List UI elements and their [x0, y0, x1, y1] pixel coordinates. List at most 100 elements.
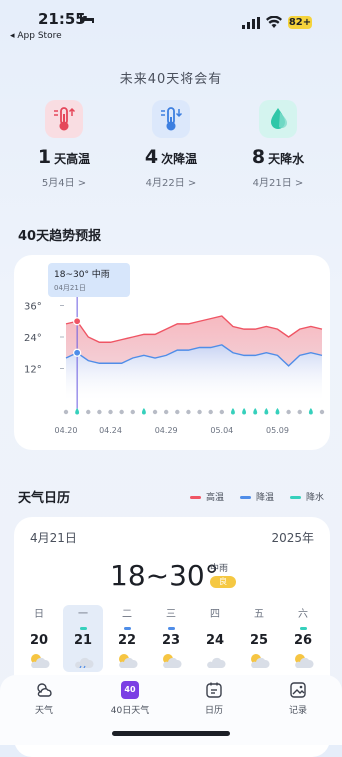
forty-day-icon: 40: [121, 681, 139, 699]
selected-low-point: [73, 348, 82, 357]
day-number: 26: [293, 633, 313, 648]
day-number: 20: [29, 633, 49, 648]
tab-records[interactable]: 记录: [258, 681, 338, 716]
calendar-year[interactable]: 2025年: [271, 529, 314, 546]
sun-cloud-icon: [35, 681, 53, 699]
calendar-day-cell[interactable]: 二 22: [107, 605, 147, 672]
day-trend-marker: [123, 627, 131, 630]
status-bar: 21:55 ◂ App Store 82+: [0, 0, 342, 44]
stat-high-label: 天高温: [54, 152, 91, 166]
stat-high-temp[interactable]: 1 天高温 5月4日 >: [14, 100, 114, 189]
dry-day-marker: [208, 409, 213, 415]
calendar-day-cell[interactable]: 三 23: [151, 605, 191, 672]
legend-high-swatch: [190, 496, 201, 499]
rain-day-marker: [275, 408, 280, 415]
dry-day-marker: [186, 409, 191, 415]
chart-tooltip: 18~30° 中雨 04月21日: [48, 263, 130, 297]
day-trend-marker: [79, 627, 87, 630]
dry-day-marker: [319, 409, 325, 415]
trend-chart-card[interactable]: 36° 24° 12° 04.20 04.24 04.29 05.04 05.09 18~30…: [14, 255, 330, 450]
legend-rain: 降水: [290, 490, 324, 503]
dry-day-marker: [163, 409, 169, 415]
day-number: 21: [73, 633, 93, 648]
day-number: 23: [161, 633, 181, 648]
legend-low-label: 降温: [256, 493, 275, 503]
signal-icon: [242, 17, 260, 29]
day-number: 25: [249, 633, 269, 648]
dry-day-marker: [108, 409, 113, 415]
dry-day-marker: [197, 409, 202, 415]
stat-cooling-date: 4月22日 >: [145, 178, 197, 189]
rain-day-marker: [308, 408, 313, 415]
weekday-label: 一: [78, 609, 88, 620]
dry-day-marker: [97, 409, 102, 415]
y-tick-label: 12°: [24, 365, 42, 376]
rain-day-marker: [141, 408, 146, 415]
dry-day-marker: [297, 409, 302, 415]
rain-day-marker: [253, 408, 258, 415]
day-trend-marker: [299, 627, 307, 630]
weekday-label: 日: [34, 609, 44, 620]
calendar-day-cell[interactable]: 四 24: [195, 605, 235, 672]
rain-day-marker: [75, 408, 80, 415]
x-tick-label: 04.24: [99, 426, 122, 435]
tab-calendar[interactable]: 日历: [174, 681, 254, 716]
x-tick-label: 05.09: [266, 426, 289, 435]
weekday-label: 三: [166, 609, 176, 620]
photo-icon: [289, 681, 307, 699]
rain-day-marker: [231, 408, 235, 415]
wifi-icon: [266, 16, 282, 28]
calendar-day-cell[interactable]: 五 25: [239, 605, 279, 672]
day-trend-marker: [256, 627, 263, 630]
dry-day-marker: [175, 409, 180, 415]
stat-cooling[interactable]: 4 次降温 4月22日 >: [121, 100, 221, 189]
dry-day-marker: [286, 409, 291, 415]
calendar-day-cell[interactable]: 六 26: [283, 605, 323, 672]
sun-cloud-icon: [163, 654, 182, 668]
sun-cloud-icon: [295, 654, 314, 668]
calendar-title: 天气日历: [18, 491, 71, 506]
legend-rain-swatch: [290, 496, 301, 499]
stat-high-number: 1: [37, 146, 52, 168]
weekday-label: 四: [210, 609, 220, 620]
tooltip-date: 04月21日: [54, 284, 86, 292]
weekday-label: 五: [254, 609, 264, 620]
day-trend-marker: [167, 627, 175, 630]
legend-rain-label: 降水: [306, 493, 325, 503]
tab-weather[interactable]: 天气: [4, 681, 84, 716]
sun-cloud-icon: [251, 654, 270, 668]
air-quality-badge: 良: [210, 576, 236, 588]
stat-rain[interactable]: 8 天降水 4月21日 >: [228, 100, 328, 189]
y-tick-label: 36°: [24, 302, 42, 313]
day-trend-marker: [36, 627, 43, 630]
calendar-condition: 中雨: [210, 564, 229, 574]
calendar-day-cell[interactable]: 日 20: [19, 605, 59, 672]
sun-cloud-icon: [119, 654, 138, 668]
rain-day-marker: [264, 408, 269, 415]
tab-40-day-label: 40日天气: [110, 706, 150, 716]
trend-title: 40天趋势预报: [18, 229, 102, 244]
day-number: 22: [117, 633, 137, 648]
back-to-app-store[interactable]: ◂ App Store: [10, 31, 62, 41]
y-tick-label: 24°: [24, 333, 42, 344]
legend-low-swatch: [240, 496, 251, 499]
thermometer-hot-icon: [45, 100, 83, 138]
rain-day-marker: [242, 408, 247, 415]
tab-40-day[interactable]: 40 40日天气: [90, 681, 170, 716]
dry-day-marker: [119, 409, 124, 415]
dry-day-marker: [152, 409, 158, 415]
thermometer-cold-icon: [152, 100, 190, 138]
future-title: 未来40天将会有: [119, 72, 223, 87]
legend-high: 高温: [190, 490, 224, 503]
calendar-day-cell[interactable]: 一 21: [63, 605, 103, 672]
x-tick-label: 04.20: [55, 426, 78, 435]
cloud-icon: [207, 657, 226, 668]
dry-day-marker: [86, 409, 91, 415]
day-trend-marker: [212, 627, 219, 630]
legend-low: 降温: [240, 490, 274, 503]
tab-weather-label: 天气: [34, 706, 53, 716]
dry-day-marker: [219, 409, 225, 415]
tab-calendar-label: 日历: [204, 706, 223, 716]
raindrop-icon: [259, 100, 297, 138]
weekday-label: 六: [298, 609, 308, 620]
